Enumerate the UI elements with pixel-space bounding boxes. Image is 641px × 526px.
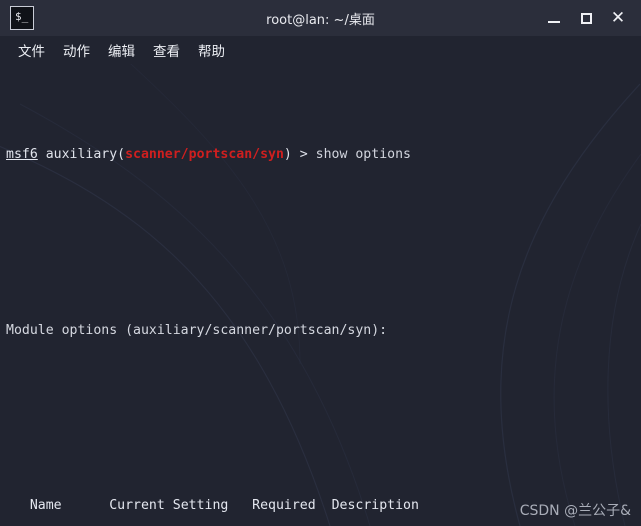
menu-item-edit[interactable]: 编辑 — [102, 38, 141, 62]
table-header-spacer — [6, 498, 30, 513]
menu-bar: 文件 动作 编辑 查看 帮助 — [0, 36, 641, 64]
maximize-button[interactable] — [571, 3, 601, 33]
header-name: Name — [29, 498, 62, 513]
terminal-window: $_ root@lan: ~/桌面 ✕ 文件 动作 编辑 查看 帮助 msf6 … — [0, 0, 641, 526]
prompt-context-open: auxiliary( — [37, 147, 126, 162]
header-current-setting: Current Setting — [109, 498, 229, 513]
menu-item-action[interactable]: 动作 — [57, 38, 96, 62]
terminal-output: msf6 auxiliary(scanner/portscan/syn) > s… — [0, 64, 641, 526]
prompt-module: scanner/portscan/syn — [125, 147, 284, 162]
command-line: msf6 auxiliary(scanner/portscan/syn) > s… — [6, 145, 641, 165]
prompt-context-close: ) > — [283, 147, 316, 162]
gap-3 — [316, 498, 332, 513]
terminal-icon: $_ — [10, 6, 34, 30]
gap-2 — [228, 498, 252, 513]
minimize-icon — [548, 21, 560, 23]
watermark: CSDN @兰公子& — [519, 503, 631, 519]
maximize-icon — [580, 12, 592, 24]
header-description: Description — [331, 498, 419, 513]
prompt-shell: msf6 — [6, 147, 38, 162]
window-titlebar: $_ root@lan: ~/桌面 ✕ — [0, 0, 641, 36]
window-controls: ✕ — [539, 0, 633, 36]
terminal-body[interactable]: msf6 auxiliary(scanner/portscan/syn) > s… — [0, 64, 641, 526]
header-required: Required — [252, 498, 316, 513]
menu-item-help[interactable]: 帮助 — [192, 38, 231, 62]
entered-command: show options — [315, 147, 411, 162]
gap-1 — [62, 498, 110, 513]
menu-item-file[interactable]: 文件 — [12, 38, 51, 62]
terminal-icon-glyph: $_ — [15, 10, 29, 23]
close-button[interactable]: ✕ — [603, 3, 633, 33]
menu-item-view[interactable]: 查看 — [147, 38, 186, 62]
close-icon: ✕ — [610, 7, 626, 28]
minimize-button[interactable] — [539, 3, 569, 33]
module-options-header: Module options (auxiliary/scanner/portsc… — [6, 322, 388, 338]
